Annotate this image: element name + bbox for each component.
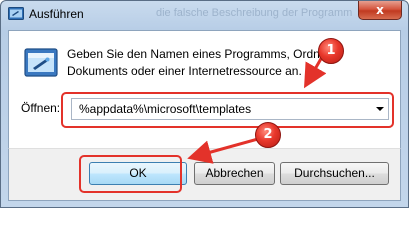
arrow-step1 [304, 56, 327, 89]
step-2-badge: 2 [255, 122, 281, 148]
annotation-arrows [187, 56, 327, 164]
arrow-step2 [187, 137, 259, 164]
step-1-badge: 1 [318, 38, 344, 64]
